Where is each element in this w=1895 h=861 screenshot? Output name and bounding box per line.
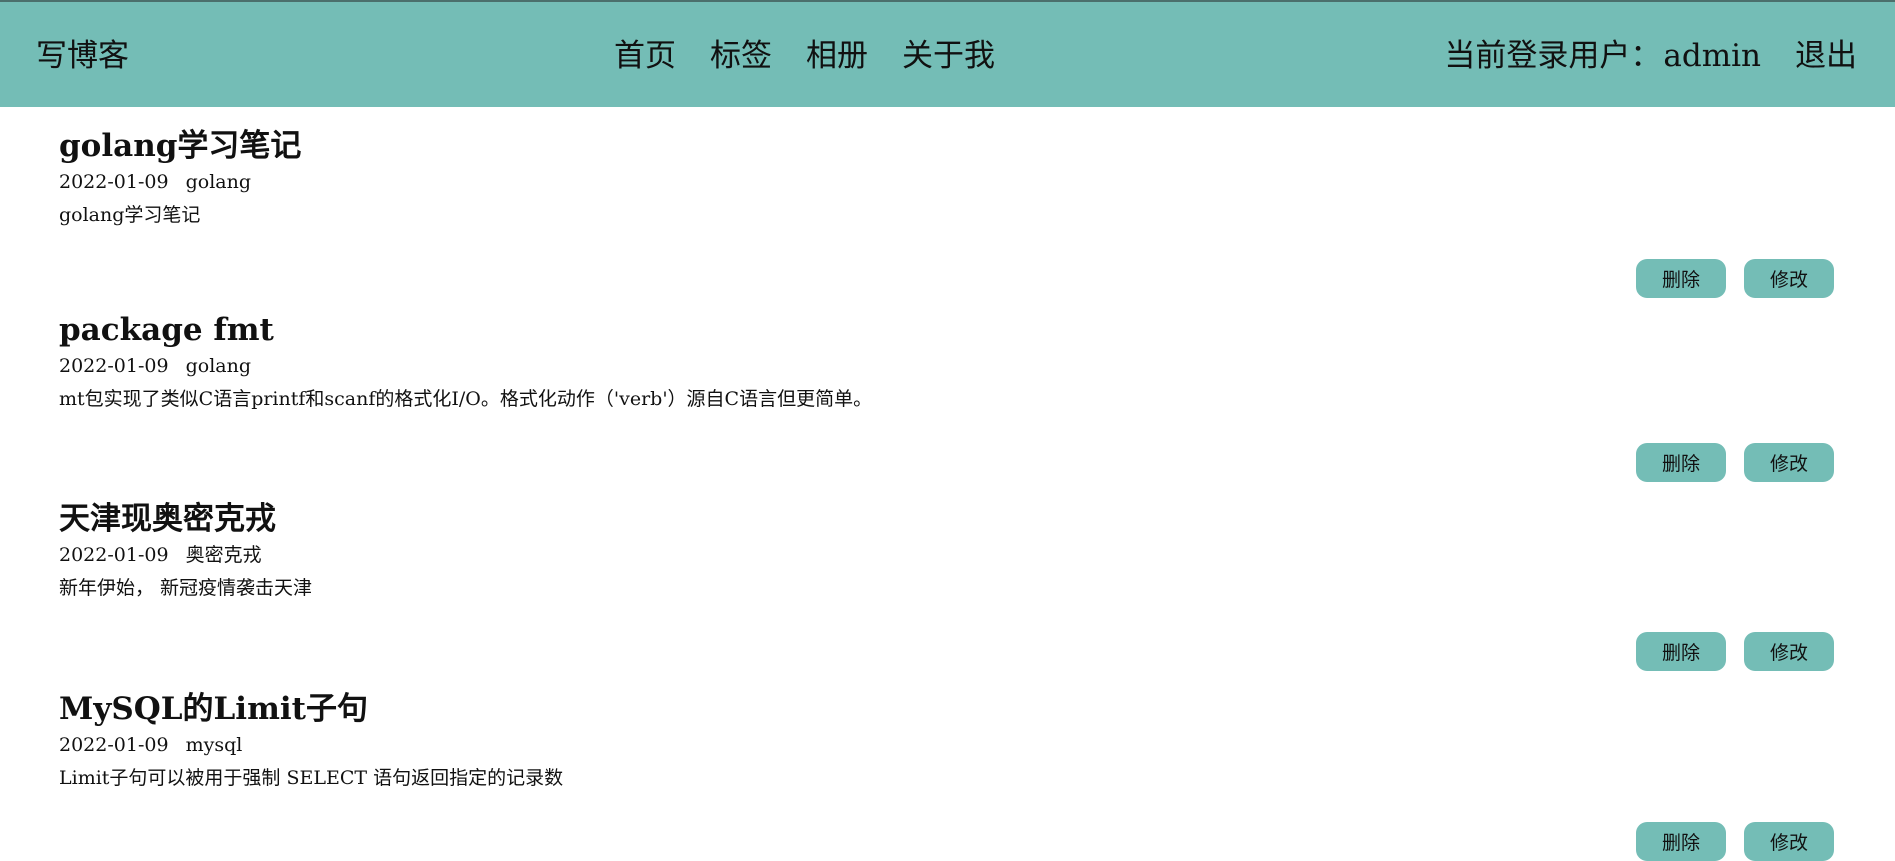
- edit-button[interactable]: 修改: [1744, 443, 1834, 482]
- post-meta: 2022-01-09 golang: [59, 354, 251, 378]
- post-summary: 新年伊始， 新冠疫情袭击天津: [59, 577, 313, 599]
- post-tag[interactable]: golang: [186, 171, 251, 193]
- post-actions: 删除 修改: [1636, 443, 1834, 482]
- post-actions: 删除 修改: [1636, 632, 1834, 671]
- edit-button[interactable]: 修改: [1744, 259, 1834, 298]
- delete-button[interactable]: 删除: [1636, 443, 1726, 482]
- post-title[interactable]: MySQL的Limit子句: [59, 689, 368, 729]
- post-tag[interactable]: 奥密克戎: [186, 544, 262, 566]
- post-title[interactable]: golang学习笔记: [59, 126, 301, 166]
- brand-link[interactable]: 写博客: [36, 36, 129, 76]
- nav-tags[interactable]: 标签: [710, 36, 772, 76]
- post-tag[interactable]: golang: [186, 355, 251, 377]
- post-title[interactable]: 天津现奥密克戎: [59, 499, 276, 539]
- post-title[interactable]: package fmt: [59, 310, 274, 350]
- nav-home[interactable]: 首页: [614, 36, 676, 76]
- post-actions: 删除 修改: [1636, 259, 1834, 298]
- post-summary: mt包实现了类似C语言printf和scanf的格式化I/O。格式化动作（'ve…: [59, 388, 873, 410]
- delete-button[interactable]: 删除: [1636, 632, 1726, 671]
- post-date: 2022-01-09: [59, 734, 169, 756]
- post-summary: golang学习笔记: [59, 204, 201, 226]
- post-date: 2022-01-09: [59, 171, 169, 193]
- edit-button[interactable]: 修改: [1744, 822, 1834, 861]
- top-navbar: 写博客 首页 标签 相册 关于我 当前登录用户： admin 退出: [0, 0, 1895, 107]
- post-date: 2022-01-09: [59, 355, 169, 377]
- current-user-label: 当前登录用户：: [1444, 38, 1662, 74]
- delete-button[interactable]: 删除: [1636, 259, 1726, 298]
- post-meta: 2022-01-09 奥密克戎: [59, 543, 262, 567]
- logout-link[interactable]: 退出: [1795, 36, 1857, 76]
- nav-about[interactable]: 关于我: [902, 36, 995, 76]
- post-actions: 删除 修改: [1636, 822, 1834, 861]
- user-area: 当前登录用户： admin 退出: [1444, 36, 1857, 76]
- post-meta: 2022-01-09 golang: [59, 170, 251, 194]
- post-meta: 2022-01-09 mysql: [59, 733, 242, 757]
- nav-album[interactable]: 相册: [806, 36, 868, 76]
- post-date: 2022-01-09: [59, 544, 169, 566]
- main-nav: 首页 标签 相册 关于我: [614, 36, 995, 76]
- post-tag[interactable]: mysql: [186, 734, 243, 756]
- post-summary: Limit子句可以被用于强制 SELECT 语句返回指定的记录数: [59, 767, 564, 789]
- current-user-name: admin: [1663, 38, 1761, 74]
- delete-button[interactable]: 删除: [1636, 822, 1726, 861]
- edit-button[interactable]: 修改: [1744, 632, 1834, 671]
